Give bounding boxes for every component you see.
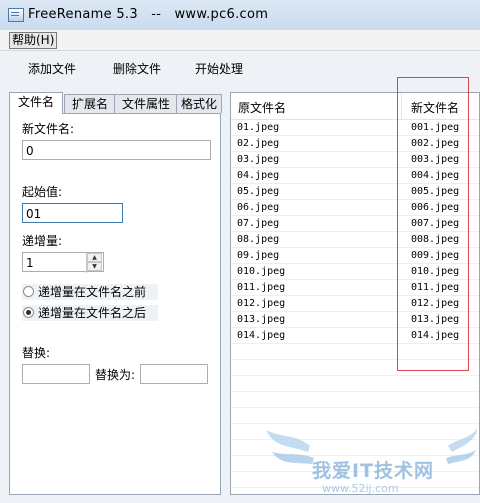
new-name-cell: 011.jpeg xyxy=(411,282,460,293)
original-name-cell: 04.jpeg xyxy=(237,170,280,181)
new-name-cell: 007.jpeg xyxy=(411,218,460,229)
start-value-input[interactable]: 01 xyxy=(22,203,123,223)
new-name-input[interactable]: 0 xyxy=(22,140,211,160)
radio-before[interactable] xyxy=(23,286,34,297)
original-name-cell: 09.jpeg xyxy=(237,250,280,261)
step-down-arrow-icon[interactable]: ▼ xyxy=(87,262,102,271)
start-processing-button[interactable]: 开始处理 xyxy=(195,60,243,78)
tab-extension[interactable]: 扩展名 xyxy=(64,94,116,113)
table-row[interactable]: 012.jpeg 012.jpeg xyxy=(231,296,479,312)
new-name-cell: 002.jpeg xyxy=(411,138,460,149)
table-row[interactable]: 014.jpeg 014.jpeg xyxy=(231,328,479,344)
new-name-cell: 012.jpeg xyxy=(411,298,460,309)
original-name-cell: 013.jpeg xyxy=(237,314,286,325)
step-up-arrow-icon[interactable]: ▲ xyxy=(87,253,102,262)
new-name-cell: 006.jpeg xyxy=(411,202,460,213)
empty-row xyxy=(231,392,479,408)
table-row[interactable]: 013.jpeg 013.jpeg xyxy=(231,312,479,328)
new-name-cell: 005.jpeg xyxy=(411,186,460,197)
original-name-cell: 014.jpeg xyxy=(237,330,286,341)
radio-after-label: 递增量在文件名之后 xyxy=(38,306,147,320)
start-value-label: 起始值: xyxy=(22,185,63,199)
column-new-name[interactable]: 新文件名 xyxy=(411,99,459,116)
original-name-cell: 06.jpeg xyxy=(237,202,280,213)
tab-format[interactable]: 格式化 xyxy=(176,94,222,113)
table-row[interactable]: 011.jpeg 011.jpeg xyxy=(231,280,479,296)
empty-row xyxy=(231,344,479,360)
new-name-cell: 014.jpeg xyxy=(411,330,460,341)
original-name-cell: 03.jpeg xyxy=(237,154,280,165)
table-row[interactable]: 05.jpeg 005.jpeg xyxy=(231,184,479,200)
new-name-cell: 008.jpeg xyxy=(411,234,460,245)
radio-after[interactable] xyxy=(23,307,34,318)
step-stepper[interactable]: 1 ▲ ▼ xyxy=(22,252,104,273)
empty-row xyxy=(231,376,479,392)
table-row[interactable]: 02.jpeg 002.jpeg xyxy=(231,136,479,152)
radio-before-row[interactable]: 递增量在文件名之前 xyxy=(22,284,158,300)
replace-input[interactable] xyxy=(22,364,90,384)
original-name-cell: 012.jpeg xyxy=(237,298,286,309)
app-icon xyxy=(8,8,24,22)
replace-label: 替换: xyxy=(22,346,51,360)
original-name-cell: 08.jpeg xyxy=(237,234,280,245)
list-header: 原文件名 新文件名 xyxy=(231,93,479,120)
table-row[interactable]: 010.jpeg 010.jpeg xyxy=(231,264,479,280)
new-name-cell: 004.jpeg xyxy=(411,170,460,181)
add-files-button[interactable]: 添加文件 xyxy=(28,60,76,78)
menu-help[interactable]: 帮助(H) xyxy=(9,32,58,49)
title-bar: FreeRename 5.3 -- www.pc6.com xyxy=(0,0,480,31)
tab-strip: 文件名 扩展名 文件属性 格式化 xyxy=(9,92,222,114)
original-name-cell: 011.jpeg xyxy=(237,282,286,293)
step-value: 1 xyxy=(26,256,34,270)
original-name-cell: 05.jpeg xyxy=(237,186,280,197)
empty-row xyxy=(231,360,479,376)
new-name-cell: 001.jpeg xyxy=(411,122,460,133)
replace-with-label: 替换为: xyxy=(95,368,136,382)
original-name-cell: 010.jpeg xyxy=(237,266,286,277)
file-list[interactable]: 原文件名 新文件名 01.jpeg 001.jpeg 02.jpeg 002.jpeg… xyxy=(230,92,480,495)
tab-content: 新文件名: 0 起始值: 01 递增量: 1 ▲ ▼ 递增量在文件名之前 递增量… xyxy=(9,113,221,495)
new-name-cell: 003.jpeg xyxy=(411,154,460,165)
replace-with-input[interactable] xyxy=(140,364,208,384)
new-name-cell: 009.jpeg xyxy=(411,250,460,261)
radio-after-row[interactable]: 递增量在文件名之后 xyxy=(22,305,158,321)
original-name-cell: 01.jpeg xyxy=(237,122,280,133)
empty-row xyxy=(231,408,479,424)
empty-row xyxy=(231,440,479,456)
new-name-cell: 013.jpeg xyxy=(411,314,460,325)
table-row[interactable]: 06.jpeg 006.jpeg xyxy=(231,200,479,216)
new-name-cell: 010.jpeg xyxy=(411,266,460,277)
options-panel: 文件名 扩展名 文件属性 格式化 新文件名: 0 起始值: 01 递增量: 1 … xyxy=(9,92,222,495)
table-row[interactable]: 07.jpeg 007.jpeg xyxy=(231,216,479,232)
table-row[interactable]: 04.jpeg 004.jpeg xyxy=(231,168,479,184)
column-original-name[interactable]: 原文件名 xyxy=(238,99,286,116)
empty-row xyxy=(231,472,479,488)
menu-bar: 帮助(H) xyxy=(0,30,480,51)
toolbar: 添加文件 删除文件 开始处理 xyxy=(0,51,480,89)
table-row[interactable]: 03.jpeg 003.jpeg xyxy=(231,152,479,168)
empty-row xyxy=(231,456,479,472)
table-row[interactable]: 09.jpeg 009.jpeg xyxy=(231,248,479,264)
empty-row xyxy=(231,424,479,440)
step-label: 递增量: xyxy=(22,234,63,248)
table-row[interactable]: 08.jpeg 008.jpeg xyxy=(231,232,479,248)
radio-before-label: 递增量在文件名之前 xyxy=(38,285,147,299)
new-name-label: 新文件名: xyxy=(22,122,75,136)
empty-row xyxy=(231,488,479,494)
original-name-cell: 07.jpeg xyxy=(237,218,280,229)
window-title: FreeRename 5.3 -- www.pc6.com xyxy=(28,7,269,22)
tab-filename[interactable]: 文件名 xyxy=(9,92,63,114)
table-row[interactable]: 01.jpeg 001.jpeg xyxy=(231,120,479,136)
tab-file-attributes[interactable]: 文件属性 xyxy=(114,94,178,113)
remove-files-button[interactable]: 删除文件 xyxy=(113,60,161,78)
original-name-cell: 02.jpeg xyxy=(237,138,280,149)
step-spin-buttons: ▲ ▼ xyxy=(86,253,103,273)
column-separator xyxy=(401,93,402,119)
